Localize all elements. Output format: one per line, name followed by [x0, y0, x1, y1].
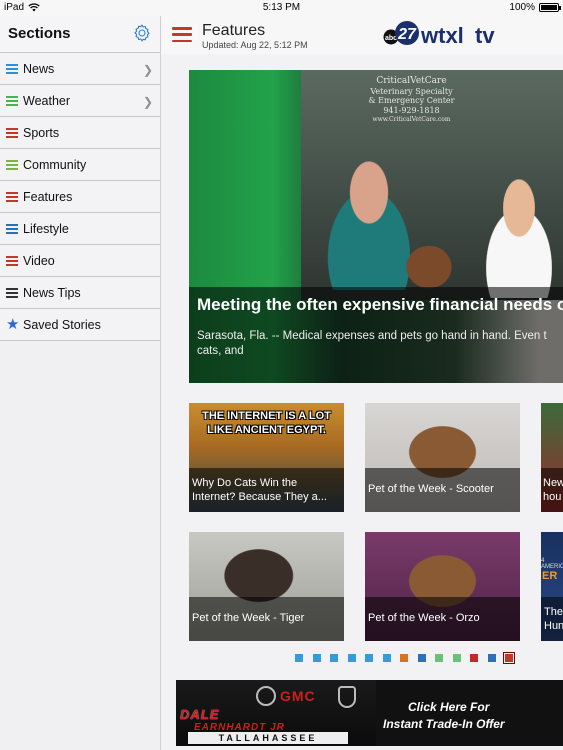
main-content: Features Updated: Aug 22, 5:12 PM abc 27…	[161, 16, 563, 750]
page-dot[interactable]	[347, 654, 356, 662]
page-dot[interactable]	[503, 652, 515, 664]
sidebar-item-label: News	[23, 61, 55, 76]
hero-image-person-woman	[469, 178, 563, 298]
sidebar-item-label: Community	[23, 157, 87, 172]
story-tile[interactable]: Pet of the Week - Orzo	[365, 532, 520, 641]
hero-image-sign: CriticalVetCare Veterinary Specialty & E…	[368, 76, 455, 123]
thumbnail-text: THE INTERNET IS A LOT LIKE ANCIENT EGYPT…	[202, 410, 331, 437]
battery-icon	[539, 3, 561, 12]
sidebar-item-label: Video	[23, 253, 55, 268]
page-indicator	[295, 652, 515, 664]
sidebar-title: Sections	[8, 25, 71, 42]
hero-headline: Meeting the often expensive financial ne…	[197, 295, 563, 314]
battery-percent: 100%	[509, 2, 535, 13]
page-dot[interactable]	[470, 654, 478, 662]
page-dot[interactable]	[330, 654, 338, 662]
sidebar-item-label: Lifestyle	[23, 221, 69, 236]
page-dot[interactable]	[435, 654, 443, 662]
sidebar-header: Sections	[0, 16, 160, 53]
top-bar: Features Updated: Aug 22, 5:12 PM abc 27…	[161, 16, 563, 54]
page-dot[interactable]	[295, 654, 303, 662]
story-tile[interactable]: THE INTERNET IS A LOT LIKE ANCIENT EGYPT…	[189, 403, 344, 512]
page-dot[interactable]	[400, 654, 408, 662]
ad-cta-line2: Instant Trade-In Offer	[383, 717, 505, 731]
cadillac-logo-icon	[338, 686, 356, 708]
buick-logo-icon	[256, 686, 276, 706]
chevron-right-icon: ❯	[142, 63, 153, 77]
story-tile[interactable]: Pet of the Week - Scooter	[365, 403, 520, 512]
sidebar-item-label: Weather	[23, 93, 71, 108]
updated-timestamp: Updated: Aug 22, 5:12 PM	[202, 40, 308, 50]
logo-station: wtxl	[420, 23, 464, 48]
page-dot[interactable]	[365, 654, 373, 662]
story-title: Pet of the Week - Orzo	[365, 597, 520, 641]
sidebar-item-label: Sports	[23, 125, 60, 140]
logo-suffix: tv	[475, 23, 495, 48]
sidebar-item-video[interactable]: Video	[0, 245, 160, 277]
menu-icon[interactable]	[172, 27, 192, 42]
story-tile[interactable]: Pet of the Week - Tiger	[189, 532, 344, 641]
ad-dealer-line1: DALE	[180, 707, 220, 722]
logo-channel: 27	[397, 26, 417, 43]
page-dot[interactable]	[452, 654, 461, 662]
list-icon	[6, 159, 18, 170]
list-icon	[6, 223, 18, 234]
sidebar-item-news[interactable]: News ❯	[0, 53, 160, 85]
hero-summary: Sarasota, Fla. -- Medical expenses and p…	[197, 330, 547, 357]
page-dot[interactable]	[417, 654, 426, 662]
story-title: Why Do Cats Win the Internet? Because Th…	[189, 468, 344, 512]
list-icon	[6, 63, 18, 74]
status-right: 100%	[509, 2, 561, 13]
list-icon	[6, 255, 18, 266]
story-title: The Hun	[541, 597, 563, 641]
sidebar-item-label: News Tips	[23, 285, 81, 300]
story-tile[interactable]: New hou	[541, 403, 563, 512]
sidebar-item-saved-stories[interactable]: ★ Saved Stories	[0, 309, 160, 341]
sidebar-item-sports[interactable]: Sports	[0, 117, 160, 149]
status-bar: iPad 5:13 PM 100%	[0, 0, 563, 16]
sidebar-item-label: Features	[23, 189, 73, 204]
ad-cta-line1: Click Here For	[408, 700, 490, 714]
ad-location: TALLAHASSEE	[188, 732, 348, 744]
thumbnail-text: ER	[542, 570, 558, 582]
ad-banner[interactable]: GMC DALE EARNHARDT JR TALLAHASSEE Click …	[176, 680, 563, 746]
page-dot[interactable]	[382, 654, 391, 662]
page-dot[interactable]	[312, 654, 321, 662]
logo-network: abc	[385, 35, 397, 42]
sidebar-item-label: Saved Stories	[23, 317, 101, 332]
sections-sidebar: Sections News ❯ Weather ❯ Sports Community Fea…	[0, 16, 161, 750]
sidebar-item-lifestyle[interactable]: Lifestyle	[0, 213, 160, 245]
page-dot[interactable]	[487, 654, 496, 662]
thumbnail-subtext: 4 AMERIC	[541, 558, 563, 570]
hero-story[interactable]: CriticalVetCare Veterinary Specialty & E…	[189, 70, 563, 383]
sidebar-item-news-tips[interactable]: News Tips	[0, 277, 160, 309]
hero-caption: Meeting the often expensive financial ne…	[189, 287, 563, 383]
gear-icon[interactable]	[132, 23, 152, 43]
sidebar-item-features[interactable]: Features	[0, 181, 160, 213]
station-logo[interactable]: abc 27 wtxl tv	[383, 19, 503, 49]
sidebar-nav-list: News ❯ Weather ❯ Sports Community Features Life…	[0, 53, 160, 341]
chevron-right-icon: ❯	[142, 95, 153, 109]
list-icon	[6, 287, 18, 298]
list-icon	[6, 191, 18, 202]
ad-brand: GMC	[280, 688, 316, 704]
list-icon	[6, 95, 18, 106]
story-title: Pet of the Week - Tiger	[189, 597, 344, 641]
story-title: Pet of the Week - Scooter	[365, 468, 520, 512]
sidebar-item-weather[interactable]: Weather ❯	[0, 85, 160, 117]
story-title: New hou	[541, 468, 563, 512]
sidebar-item-community[interactable]: Community	[0, 149, 160, 181]
story-tile[interactable]: 4 AMERIC ER The Hun	[541, 532, 563, 641]
page-title: Features	[202, 22, 266, 39]
star-icon: ★	[6, 316, 20, 333]
clock: 5:13 PM	[262, 2, 301, 13]
list-icon	[6, 127, 18, 138]
